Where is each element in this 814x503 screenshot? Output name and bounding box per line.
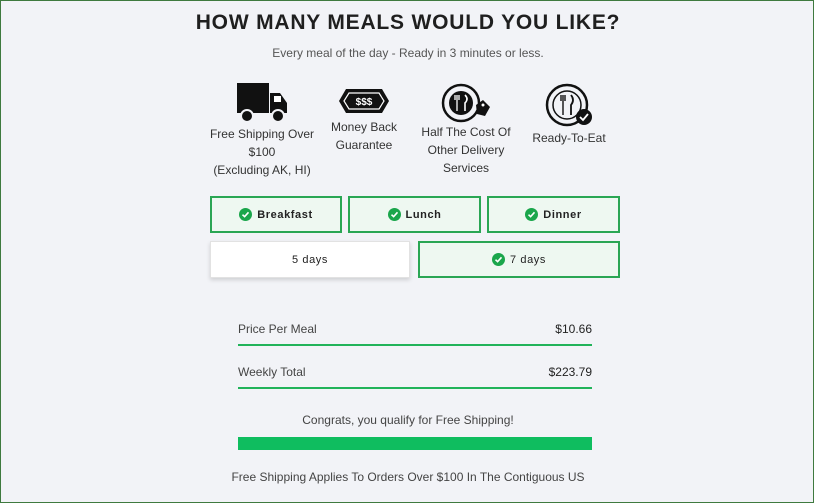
weekly-total-value: $223.79 [548,365,592,379]
feature-free-shipping: Free Shipping Over $100 (Excluding AK, H… [206,81,318,179]
feature-line: Ready-To-Eat [532,131,606,145]
plate-check-icon [545,83,592,127]
day-option-7-days[interactable]: 7 days [418,241,620,278]
meal-option-label: Dinner [543,208,582,221]
price-per-meal-label: Price Per Meal [238,322,317,336]
truck-icon [237,83,287,123]
meal-plan-panel: HOW MANY MEALS WOULD YOU LIKE? Every mea… [0,0,814,503]
day-option-label: 7 days [509,253,546,266]
feature-money-back: $$$ Money Back Guarantee [314,84,414,154]
feature-line: $100 [248,145,276,159]
feature-line: Half The Cost Of [421,125,511,139]
feature-ready-to-eat: Ready-To-Eat [522,83,616,147]
divider [238,344,592,346]
free-shipping-note: Free Shipping Applies To Orders Over $10… [231,470,585,484]
feature-line: Free Shipping Over [209,127,315,141]
page-title: HOW MANY MEALS WOULD YOU LIKE? [195,11,621,34]
meal-option-dinner[interactable]: Dinner [487,196,620,233]
free-shipping-progress-bar [238,437,592,450]
day-option-5-days[interactable]: 5 days [210,241,410,278]
check-icon [525,208,539,221]
meal-option-breakfast[interactable]: Breakfast [210,196,342,233]
price-per-meal-row: Price Per Meal $10.66 [238,322,592,342]
free-shipping-progress-fill [238,437,592,450]
badge-text: $$$ [356,97,373,108]
day-option-label: 5 days [291,253,328,266]
price-per-meal-value: $10.66 [555,322,592,336]
feature-half-cost: Half The Cost Of Other Delivery Services [413,83,519,177]
feature-line: (Excluding AK, HI) [213,163,311,177]
plate-price-tag-icon [441,83,490,123]
check-icon [387,208,401,221]
page-subtitle: Every meal of the day - Ready in 3 minut… [272,46,544,60]
feature-line: Money Back [330,120,398,134]
check-icon [491,253,505,266]
weekly-total-row: Weekly Total $223.79 [238,365,592,385]
divider [238,387,592,389]
meal-option-label: Breakfast [257,208,313,221]
feature-line: Guarantee [335,138,393,152]
feature-line: Other Delivery [427,143,505,157]
money-back-badge-icon: $$$ [339,89,389,113]
meal-option-label: Lunch [405,208,442,221]
free-shipping-message: Congrats, you qualify for Free Shipping! [302,413,514,427]
meal-option-lunch[interactable]: Lunch [348,196,481,233]
feature-line: Services [442,161,489,175]
weekly-total-label: Weekly Total [238,365,306,379]
check-icon [239,208,253,221]
